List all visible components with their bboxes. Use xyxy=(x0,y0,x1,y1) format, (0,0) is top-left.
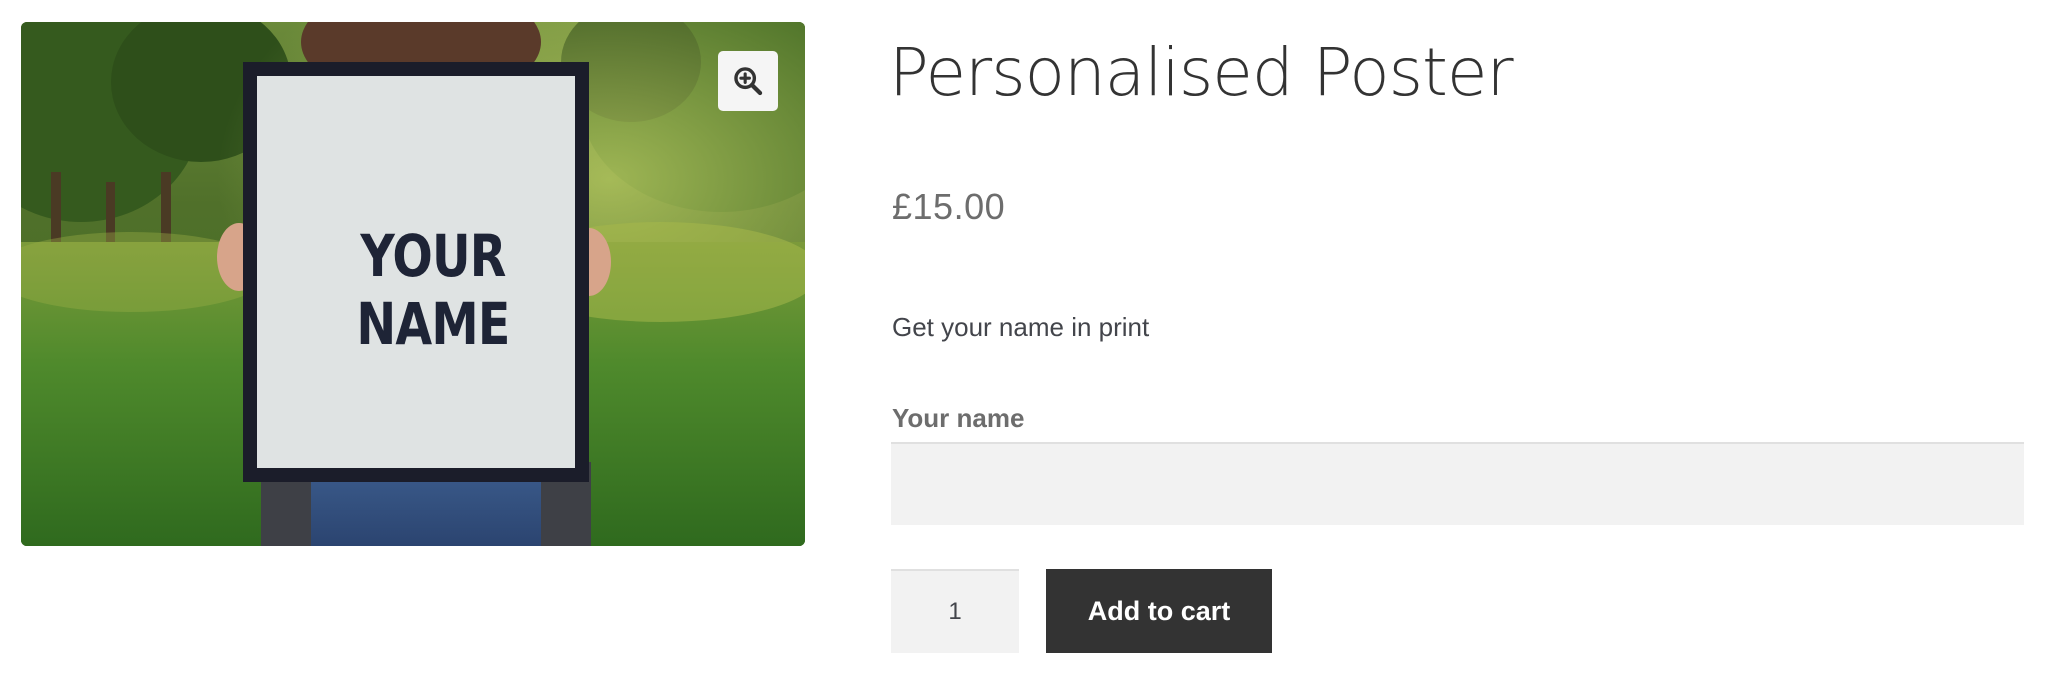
your-name-input[interactable] xyxy=(891,442,2024,525)
your-name-label: Your name xyxy=(892,403,1025,433)
product-short-description: Get your name in print xyxy=(892,312,1150,342)
product-price: £15.00 xyxy=(892,186,1006,227)
quantity-input[interactable] xyxy=(891,569,1019,653)
product-gallery: YOUR NAME xyxy=(21,22,805,546)
poster-text: YOUR NAME xyxy=(310,222,556,358)
poster-line-1: YOUR xyxy=(360,222,506,290)
zoom-in-icon xyxy=(734,67,763,96)
zoom-button[interactable] xyxy=(718,51,778,111)
product-title: Personalised Poster xyxy=(889,34,1514,111)
poster-line-2: NAME xyxy=(356,290,510,358)
add-to-cart-button[interactable]: Add to cart xyxy=(1046,569,1272,653)
